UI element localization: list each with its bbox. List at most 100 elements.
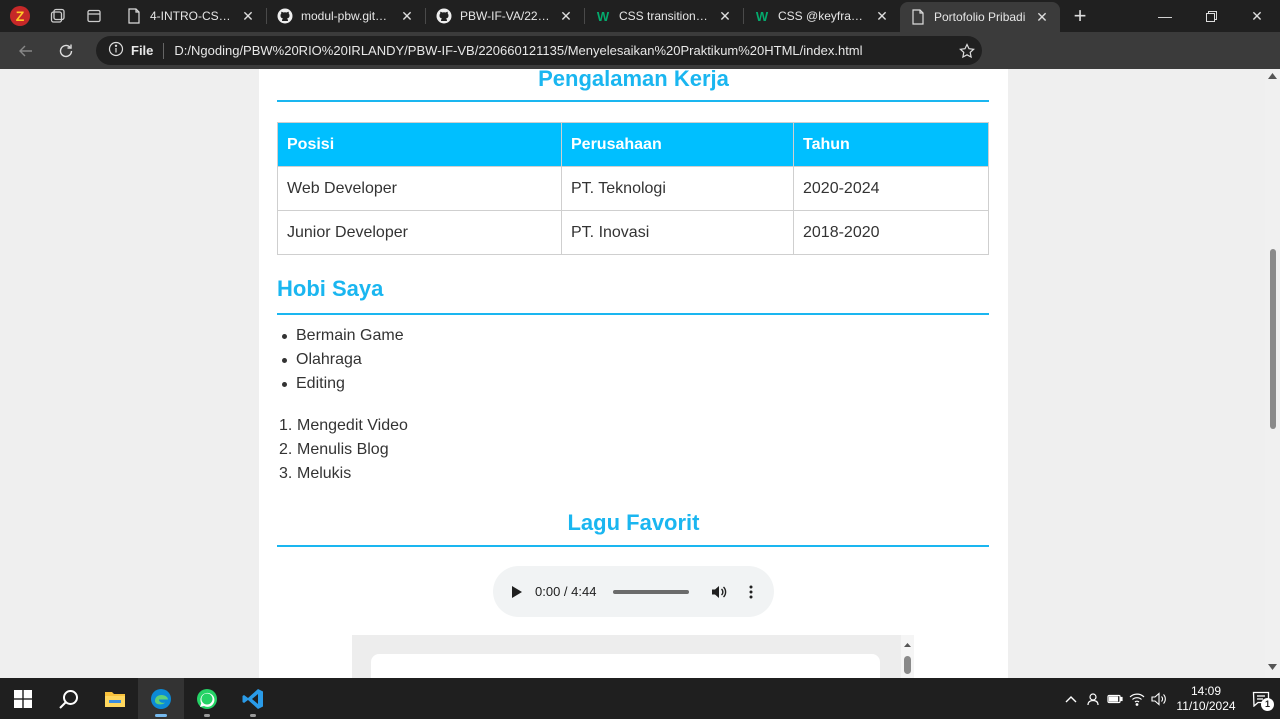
audio-player[interactable]: 0:00 / 4:44 (493, 566, 774, 617)
table-cell: PT. Inovasi (561, 210, 794, 255)
list-item-text: Melukis (297, 465, 352, 482)
scheme-label: File (131, 43, 154, 58)
favorite-star-icon[interactable] (952, 42, 982, 59)
table-header-row: Posisi Perusahaan Tahun (277, 122, 989, 167)
volume-tray-icon[interactable] (1148, 678, 1170, 719)
clock-time: 14:09 (1190, 683, 1222, 698)
tab-title: CSS transition Property (619, 9, 709, 23)
svg-text:W: W (756, 9, 769, 24)
audio-progress-slider[interactable] (613, 589, 689, 594)
list-item: Editing (277, 372, 404, 396)
file-explorer-icon[interactable] (92, 678, 138, 719)
more-options-icon[interactable] (749, 585, 753, 599)
list-item: Olahraga (277, 348, 404, 372)
list-item-text: Bermain Game (296, 327, 404, 344)
address-divider (163, 42, 165, 59)
volume-icon[interactable] (711, 584, 727, 600)
songs-divider (277, 545, 989, 547)
refresh-icon[interactable] (46, 32, 86, 69)
notification-center-icon[interactable]: 1 (1242, 678, 1280, 719)
table-cell: 2018-2020 (793, 210, 989, 255)
close-tab-icon[interactable]: ✕ (240, 8, 256, 25)
close-window-icon[interactable]: ✕ (1234, 0, 1280, 32)
tab-actions-icon[interactable] (76, 0, 112, 32)
page-scrollbar[interactable] (1265, 69, 1280, 678)
list-item-text: Olahraga (296, 351, 362, 368)
tab-1[interactable]: 4-INTRO-CSS.pdf ✕ (116, 0, 266, 32)
pdf-icon (126, 8, 142, 24)
list-item: Bermain Game (277, 324, 404, 348)
address-bar[interactable]: File D:/Ngoding/PBW%20RIO%20IRLANDY/PBW-… (96, 36, 982, 65)
hobby-ordered-list: 1. Mengedit Video 2. Menulis Blog 3. Meluki… (279, 414, 408, 486)
workspaces-icon[interactable] (40, 0, 76, 32)
active-app-indicator (155, 714, 167, 717)
close-tab-icon[interactable]: ✕ (399, 8, 415, 25)
embedded-frame-scrollbar[interactable] (901, 635, 914, 678)
back-icon[interactable] (6, 32, 46, 69)
tab-title: PBW-IF-VA/22066011 (460, 9, 550, 23)
info-icon[interactable] (108, 41, 124, 60)
tab-2[interactable]: modul-pbw.github.io ✕ (267, 0, 425, 32)
clock-date: 11/10/2024 (1176, 698, 1236, 713)
battery-icon[interactable] (1104, 678, 1126, 719)
experience-table: Posisi Perusahaan Tahun Web Developer PT… (277, 122, 989, 255)
minimize-icon[interactable]: — (1142, 0, 1188, 32)
experience-divider (277, 100, 989, 102)
show-hidden-icons-icon[interactable] (1060, 678, 1082, 719)
svg-text:Z: Z (16, 8, 25, 24)
taskbar-clock[interactable]: 14:09 11/10/2024 (1170, 684, 1242, 714)
experience-title: Pengalaman Kerja (538, 69, 729, 91)
w3schools-icon: W (595, 8, 611, 24)
github-icon (436, 8, 452, 24)
table-cell: PT. Teknologi (561, 166, 794, 211)
windows-start-icon[interactable] (0, 678, 46, 719)
w3schools-icon: W (754, 8, 770, 24)
search-icon[interactable] (46, 678, 92, 719)
running-app-indicator (250, 714, 256, 717)
tab-6-active[interactable]: Portofolio Pribadi ✕ (900, 2, 1060, 32)
hobby-unordered-list: Bermain Game Olahraga Editing (277, 324, 404, 396)
list-item-text: Mengedit Video (297, 417, 408, 434)
close-tab-icon[interactable]: ✕ (874, 8, 890, 25)
close-tab-icon[interactable]: ✕ (558, 8, 574, 25)
list-number: 3. (279, 465, 293, 482)
column-header-company: Perusahaan (561, 122, 794, 167)
tab-title: modul-pbw.github.io (301, 9, 391, 23)
bullet-icon (282, 381, 287, 387)
meet-now-icon[interactable] (1082, 678, 1104, 719)
list-item-text: Menulis Blog (297, 441, 389, 458)
embedded-frame[interactable] (352, 635, 914, 678)
vscode-icon[interactable] (230, 678, 276, 719)
wifi-icon[interactable] (1126, 678, 1148, 719)
play-icon[interactable] (511, 585, 523, 599)
new-tab-icon[interactable]: + (1060, 0, 1100, 32)
tab-title: Portofolio Pribadi (934, 10, 1026, 24)
list-item: 2. Menulis Blog (279, 438, 408, 462)
hobbies-title: Hobi Saya (277, 276, 384, 301)
tab-5[interactable]: W CSS @keyframes Rule ✕ (744, 0, 900, 32)
column-header-year: Tahun (793, 122, 989, 167)
embedded-frame-content (371, 654, 880, 678)
table-cell: 2020-2024 (793, 166, 989, 211)
page-container: Pengalaman Kerja Posisi Perusahaan Tahun… (259, 69, 1008, 678)
list-item-text: Editing (296, 375, 345, 392)
close-tab-icon[interactable]: ✕ (717, 8, 733, 25)
whatsapp-icon[interactable] (184, 678, 230, 719)
table-cell: Junior Developer (277, 210, 562, 255)
close-tab-icon[interactable]: ✕ (1034, 9, 1050, 26)
scroll-thumb[interactable] (1270, 249, 1276, 429)
tab-3[interactable]: PBW-IF-VA/22066011 ✕ (426, 0, 584, 32)
tab-4[interactable]: W CSS transition Property ✕ (585, 0, 743, 32)
system-tray: 14:09 11/10/2024 1 (1060, 678, 1280, 719)
bullet-icon (282, 357, 287, 363)
scroll-down-icon[interactable] (1268, 664, 1277, 670)
list-item: 3. Melukis (279, 462, 408, 486)
list-number: 1. (279, 417, 293, 434)
column-header-position: Posisi (277, 122, 562, 167)
tab-strip: Z 4-INTRO-CSS.pdf ✕ modul-pbw.github.io … (0, 0, 1280, 32)
scroll-up-icon[interactable] (1268, 73, 1277, 79)
edge-taskbar-icon[interactable] (138, 678, 184, 719)
url-text[interactable]: D:/Ngoding/PBW%20RIO%20IRLANDY/PBW-IF-VB… (174, 43, 952, 58)
profile-icon[interactable]: Z (0, 0, 40, 32)
restore-icon[interactable] (1188, 0, 1234, 32)
